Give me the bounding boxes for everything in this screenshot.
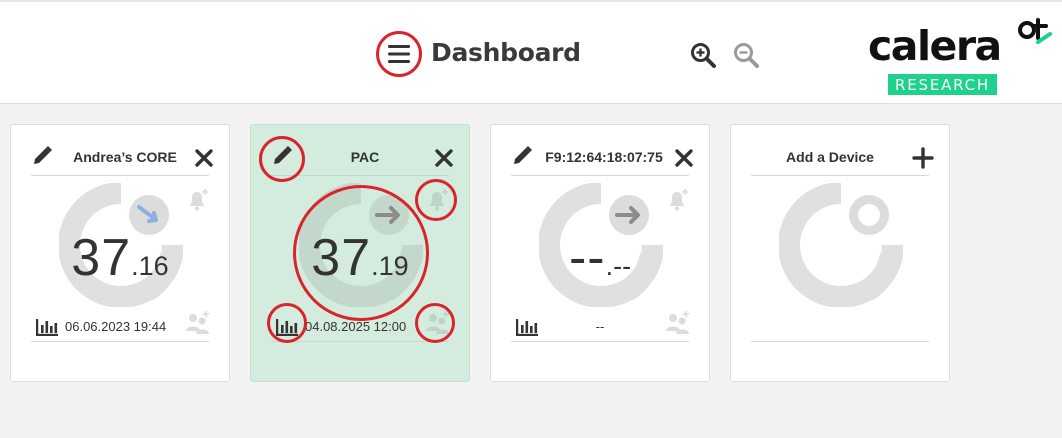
device-card[interactable]: F9:12:64:18:07:75 --.-- --	[490, 124, 710, 382]
zoom-out-icon[interactable]	[733, 42, 759, 68]
close-icon[interactable]	[673, 147, 695, 169]
bell-add-icon[interactable]	[665, 187, 691, 213]
last-reading-time: 04.08.2025 12:00	[305, 319, 407, 334]
divider	[751, 175, 929, 176]
temperature-decimal: .16	[131, 251, 169, 281]
empty-gauge-icon	[779, 183, 903, 307]
divider	[511, 175, 689, 176]
divider	[511, 341, 689, 342]
plus-icon[interactable]	[911, 146, 935, 170]
logo-subtitle: RESEARCH	[888, 74, 997, 95]
temperature-reading: 37.16	[11, 228, 229, 288]
people-group-icon[interactable]	[423, 309, 453, 335]
temperature-integer: 37	[71, 229, 132, 287]
bar-chart-icon[interactable]	[35, 317, 59, 337]
divider	[751, 341, 929, 342]
device-name: F9:12:64:18:07:75	[545, 149, 663, 165]
app-header: Dashboard calera RESEARCH	[0, 0, 1062, 104]
last-reading-time: 06.06.2023 19:44	[65, 319, 167, 334]
zoom-in-icon[interactable]	[690, 42, 716, 68]
logo-wordmark: calera	[868, 22, 1002, 70]
add-device-card[interactable]: Add a Device	[730, 124, 950, 382]
people-group-icon[interactable]	[183, 309, 213, 335]
device-card-active[interactable]: PAC 37.19 04.08.2025 12:00	[250, 124, 470, 382]
last-reading-time: --	[595, 319, 605, 334]
edit-pencil-icon[interactable]	[271, 145, 293, 167]
divider	[271, 175, 449, 176]
divider	[31, 341, 209, 342]
device-name: PAC	[350, 149, 380, 165]
close-icon[interactable]	[193, 147, 215, 169]
add-device-title: Add a Device	[786, 149, 874, 165]
close-icon[interactable]	[433, 147, 455, 169]
edit-pencil-icon[interactable]	[31, 145, 53, 167]
device-card[interactable]: Andrea’s CORE 37.16 06.06.2023 19:44	[10, 124, 230, 382]
temperature-decimal: .19	[371, 251, 409, 281]
temperature-reading: --.--	[491, 228, 709, 288]
logo-mark-icon	[1018, 18, 1052, 44]
bar-chart-icon[interactable]	[275, 317, 299, 337]
bell-add-icon[interactable]	[425, 187, 451, 213]
temperature-decimal: .--	[605, 251, 632, 281]
calera-logo: calera RESEARCH	[866, 16, 1056, 98]
device-name: Andrea’s CORE	[73, 149, 177, 165]
divider	[31, 175, 209, 176]
temperature-reading: 37.19	[251, 228, 469, 288]
bell-add-icon[interactable]	[185, 187, 211, 213]
temperature-integer: --	[568, 229, 606, 287]
temperature-integer: 37	[311, 229, 372, 287]
edit-pencil-icon[interactable]	[511, 145, 533, 167]
page-title: Dashboard	[431, 38, 581, 67]
hamburger-menu-icon	[388, 45, 410, 63]
menu-button[interactable]	[376, 31, 422, 77]
divider	[271, 341, 449, 342]
